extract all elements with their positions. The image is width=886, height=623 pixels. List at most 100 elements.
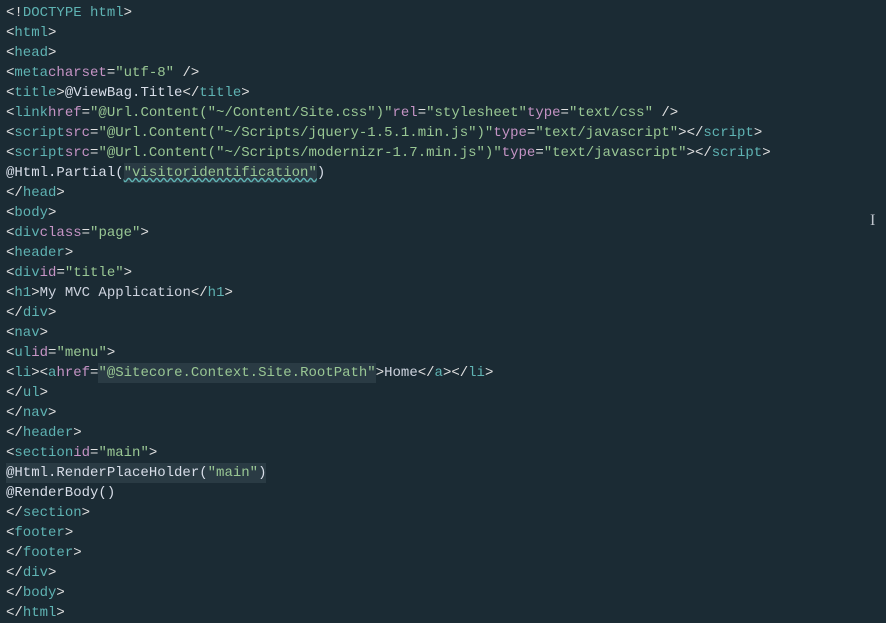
token-tag: li [14,363,31,383]
token-tag: div [14,263,39,283]
token-bracket: < [6,43,14,63]
token-tag: ul [23,383,40,403]
token-tag: script [14,143,64,163]
token-eq: = [90,363,98,383]
token-razor: @ViewBag.Title [65,83,183,103]
token-eq: = [107,63,115,83]
token-bracket: < [6,443,14,463]
token-tag: title [199,83,241,103]
token-tag: section [23,503,82,523]
token-text: My MVC Application [40,283,191,303]
token-tag: DOCTYPE html [23,3,124,23]
token-attr: type [493,123,527,143]
token-bracket: > [241,83,249,103]
code-line: <script src="@Url.Content("~/Scripts/jqu… [0,123,886,143]
token-tag: html [14,23,48,43]
token-string: "text/javascript" [535,123,678,143]
token-string: "text/javascript" [544,143,687,163]
token-bracket: /> [174,63,199,83]
token-eq: = [561,103,569,123]
code-line: <script src="@Url.Content("~/Scripts/mod… [0,143,886,163]
code-line: </div> [0,563,886,583]
token-tag: html [23,603,57,623]
token-eq: = [82,103,90,123]
token-tag: nav [14,323,39,343]
token-eq: = [418,103,426,123]
token-razor: ) [317,163,325,183]
token-string: "title" [65,263,124,283]
token-tag: footer [14,523,64,543]
token-tag: link [14,103,48,123]
code-editor[interactable]: <!DOCTYPE html> <html> <head> <meta char… [0,3,886,623]
token-bracket: > [124,3,132,23]
code-line: </ul> [0,383,886,403]
token-bracket: /> [653,103,678,123]
token-eq: = [82,223,90,243]
token-bracket: > [140,223,148,243]
token-bracket: > [48,403,56,423]
token-bracket: < [6,283,14,303]
token-bracket: < [6,223,14,243]
token-tag: title [14,83,56,103]
token-string: "main" [208,463,258,483]
token-bracket: </ [6,583,23,603]
token-bracket: ></ [687,143,712,163]
token-attr: href [56,363,90,383]
token-bracket: > [48,23,56,43]
token-bracket: > [31,283,39,303]
token-bracket: </ [6,603,23,623]
token-bracket: > [40,383,48,403]
token-bracket: < [6,203,14,223]
token-bracket: <! [6,3,23,23]
token-bracket: > [107,343,115,363]
token-bracket: </ [6,543,23,563]
token-tag: head [23,183,57,203]
token-bracket: < [6,83,14,103]
code-line: <title>@ViewBag.Title</title> [0,83,886,103]
token-bracket: > [124,263,132,283]
token-bracket: < [6,363,14,383]
code-line: </head> [0,183,886,203]
code-line: @Html.Partial("visitoridentification") [0,163,886,183]
code-line: <footer> [0,523,886,543]
code-line: </footer> [0,543,886,563]
code-line: </header> [0,423,886,443]
code-line: <nav> [0,323,886,343]
token-tag: a [435,363,443,383]
code-line: <!DOCTYPE html> [0,3,886,23]
token-tag: body [23,583,57,603]
code-line: </section> [0,503,886,523]
token-bracket: < [6,63,14,83]
token-tag: div [14,223,39,243]
token-bracket: < [6,23,14,43]
token-bracket: > [65,523,73,543]
code-line: <ul id="menu"> [0,343,886,363]
token-bracket: </ [6,503,23,523]
token-tag: div [23,563,48,583]
token-tag: footer [23,543,73,563]
token-bracket: </ [6,383,23,403]
token-tag: h1 [14,283,31,303]
token-attr: src [65,143,90,163]
token-tag: meta [14,63,48,83]
token-tag: nav [23,403,48,423]
code-line: <link href="@Url.Content("~/Content/Site… [0,103,886,123]
token-tag: head [14,43,48,63]
token-razor: ) [258,463,266,483]
token-eq: = [48,343,56,363]
code-line: @RenderBody() [0,483,886,503]
token-tag: body [14,203,48,223]
code-line: <head> [0,43,886,63]
token-attr: type [502,143,536,163]
token-bracket: </ [6,403,23,423]
token-string: "utf-8" [115,63,174,83]
token-string: "stylesheet" [426,103,527,123]
token-bracket: > [73,423,81,443]
token-bracket: < [6,263,14,283]
code-line: <div class="page"> [0,223,886,243]
token-eq: = [90,143,98,163]
token-attr: class [40,223,82,243]
token-attr: id [40,263,57,283]
token-eq: = [527,123,535,143]
token-bracket: < [6,243,14,263]
